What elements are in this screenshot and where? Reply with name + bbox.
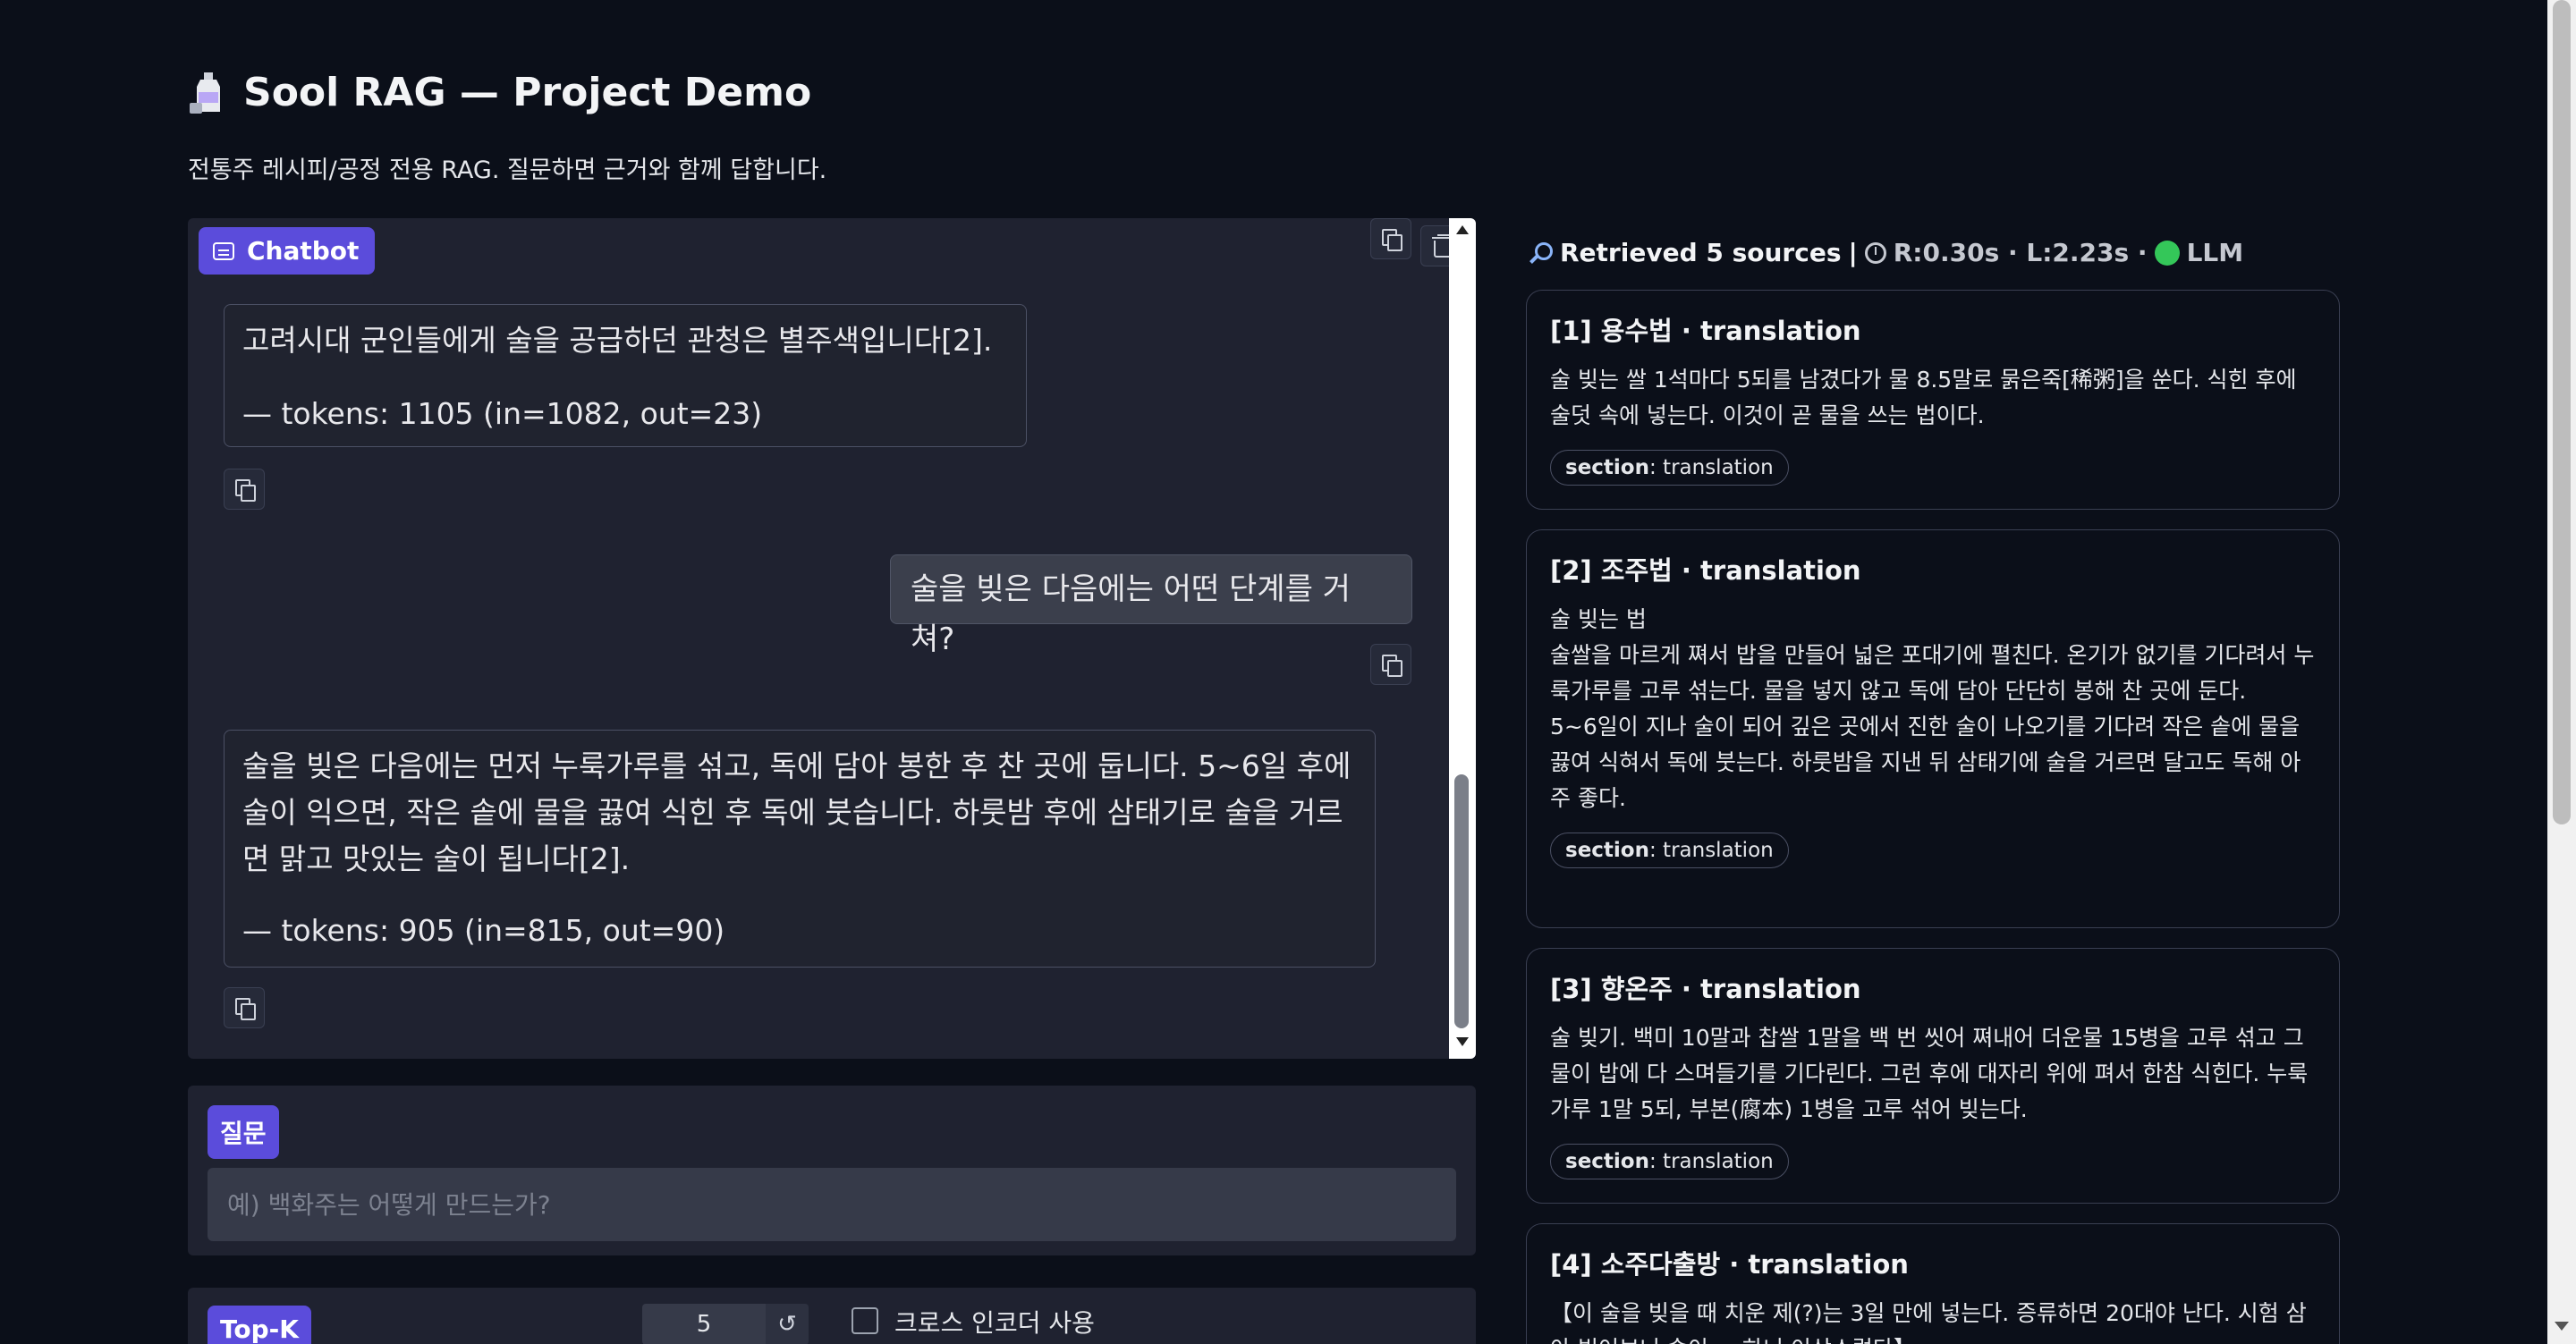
page-scrollbar-thumb[interactable] — [2553, 0, 2571, 824]
section-tag-key: section — [1565, 1150, 1649, 1173]
scroll-down-icon[interactable] — [1456, 1037, 1469, 1046]
cross-encoder-checkbox[interactable] — [852, 1307, 878, 1334]
question-input[interactable] — [208, 1168, 1456, 1241]
copy-icon — [235, 479, 256, 502]
sources-separator: | — [1848, 238, 1858, 267]
message-tokens: — tokens: 905 (in=815, out=90) — [242, 913, 725, 948]
chat-scrollbar-thumb[interactable] — [1454, 774, 1469, 1028]
section-tag: section: translation — [1550, 450, 1789, 486]
magnifier-icon — [1528, 241, 1553, 266]
assistant-message: 고려시대 군인들에게 술을 공급하던 관청은 별주색입니다[2]. — toke… — [224, 304, 1027, 447]
sources-header: Retrieved 5 sources | R:0.30s · L:2.23s … — [1528, 238, 2243, 267]
assistant-message: 술을 빚은 다음에는 먼저 누룩가루를 섞고, 독에 담아 봉한 후 찬 곳에 … — [224, 730, 1376, 968]
source-card: [1] 용수법 · translation 술 빚는 쌀 1석마다 5되를 남겼… — [1526, 290, 2340, 510]
section-tag: section: translation — [1550, 833, 1789, 868]
topk-label: Top-K — [208, 1306, 311, 1344]
chatbot-badge-label: Chatbot — [247, 236, 360, 266]
chatbot-panel: Chatbot 고려시대 군인들에게 술을 공급하던 관청은 별주색입니다[2]… — [188, 218, 1476, 1059]
question-panel: 질문 — [188, 1086, 1476, 1255]
message-tokens: — tokens: 1105 (in=1082, out=23) — [242, 396, 763, 431]
topk-reset-button[interactable]: ↺ — [766, 1304, 809, 1344]
scroll-up-icon[interactable] — [1456, 225, 1469, 234]
section-tag-key: section — [1565, 839, 1649, 862]
bottle-icon — [190, 72, 220, 114]
message-text: 고려시대 군인들에게 술을 공급하던 관청은 별주색입니다[2]. — [242, 323, 993, 358]
cross-encoder-label: 크로스 인코더 사용 — [894, 1308, 1095, 1338]
controls-panel: Top-K 5 ↺ 크로스 인코더 사용 — [188, 1288, 1476, 1344]
source-title: [4] 소주다출방 · translation — [1550, 1249, 1909, 1280]
source-title: [3] 향온주 · translation — [1550, 974, 1861, 1004]
copy-message-button[interactable] — [1370, 644, 1411, 685]
page-subtitle: 전통주 레시피/공정 전용 RAG. 질문하면 근거와 함께 답합니다. — [188, 156, 827, 184]
copy-message-button[interactable] — [224, 987, 265, 1028]
section-tag-value: : translation — [1648, 839, 1774, 862]
section-tag-value: : translation — [1648, 1150, 1774, 1173]
sources-timing: R:0.30s · L:2.23s · — [1893, 238, 2148, 267]
section-tag-value: : translation — [1648, 456, 1774, 479]
copy-all-button[interactable] — [1370, 218, 1411, 259]
topk-input[interactable]: 5 — [642, 1304, 766, 1344]
sources-count: Retrieved 5 sources — [1560, 238, 1842, 267]
source-card: [2] 조주법 · translation 술 빚는 법 술쌀을 마르게 쪄서 … — [1526, 529, 2340, 928]
chat-icon — [213, 241, 234, 260]
message-text: 술을 빚은 다음에는 어떤 단계를 거쳐? — [911, 571, 1351, 657]
page-title: Sool RAG — Project Demo — [188, 70, 811, 115]
source-title: [1] 용수법 · translation — [1550, 316, 1861, 346]
user-message: 술을 빚은 다음에는 어떤 단계를 거쳐? — [890, 554, 1412, 657]
llm-label: LLM — [2186, 238, 2244, 267]
source-text: 술 빚기. 백미 10말과 찹쌀 1말을 백 번 씻어 쪄내어 더운물 15병을… — [1550, 1025, 2309, 1122]
source-text: 술 빚는 쌀 1석마다 5되를 남겼다가 물 8.5말로 묽은죽[稀粥]을 쑨다… — [1550, 367, 2297, 428]
source-title: [2] 조주법 · translation — [1550, 555, 1861, 586]
source-text: 【이 술을 빚을 때 치운 제(?)는 3일 만에 넣는다. 증류하면 20대야… — [1550, 1300, 2307, 1344]
message-text: 술을 빚은 다음에는 먼저 누룩가루를 섞고, 독에 담아 봉한 후 찬 곳에 … — [242, 748, 1352, 876]
stopwatch-icon — [1864, 241, 1886, 264]
copy-icon — [1382, 655, 1402, 677]
source-card: [3] 향온주 · translation 술 빚기. 백미 10말과 찹쌀 1… — [1526, 948, 2340, 1204]
copy-icon — [235, 998, 256, 1020]
page-title-text: Sool RAG — Project Demo — [243, 70, 812, 115]
llm-status-icon — [2154, 240, 2180, 266]
section-tag: section: translation — [1550, 1144, 1789, 1179]
page-scroll-down-icon[interactable] — [2555, 1322, 2569, 1331]
source-card: [4] 소주다출방 · translation 【이 술을 빚을 때 치운 제(… — [1526, 1223, 2340, 1344]
question-label: 질문 — [208, 1105, 279, 1159]
source-text: 술 빚는 법 술쌀을 마르게 쪄서 밥을 만들어 넓은 포대기에 펼친다. 온기… — [1550, 606, 2315, 811]
chatbot-badge: Chatbot — [199, 227, 376, 275]
copy-message-button[interactable] — [224, 469, 265, 510]
copy-icon — [1382, 229, 1402, 251]
trash-icon — [1432, 235, 1452, 258]
section-tag-key: section — [1565, 456, 1649, 479]
